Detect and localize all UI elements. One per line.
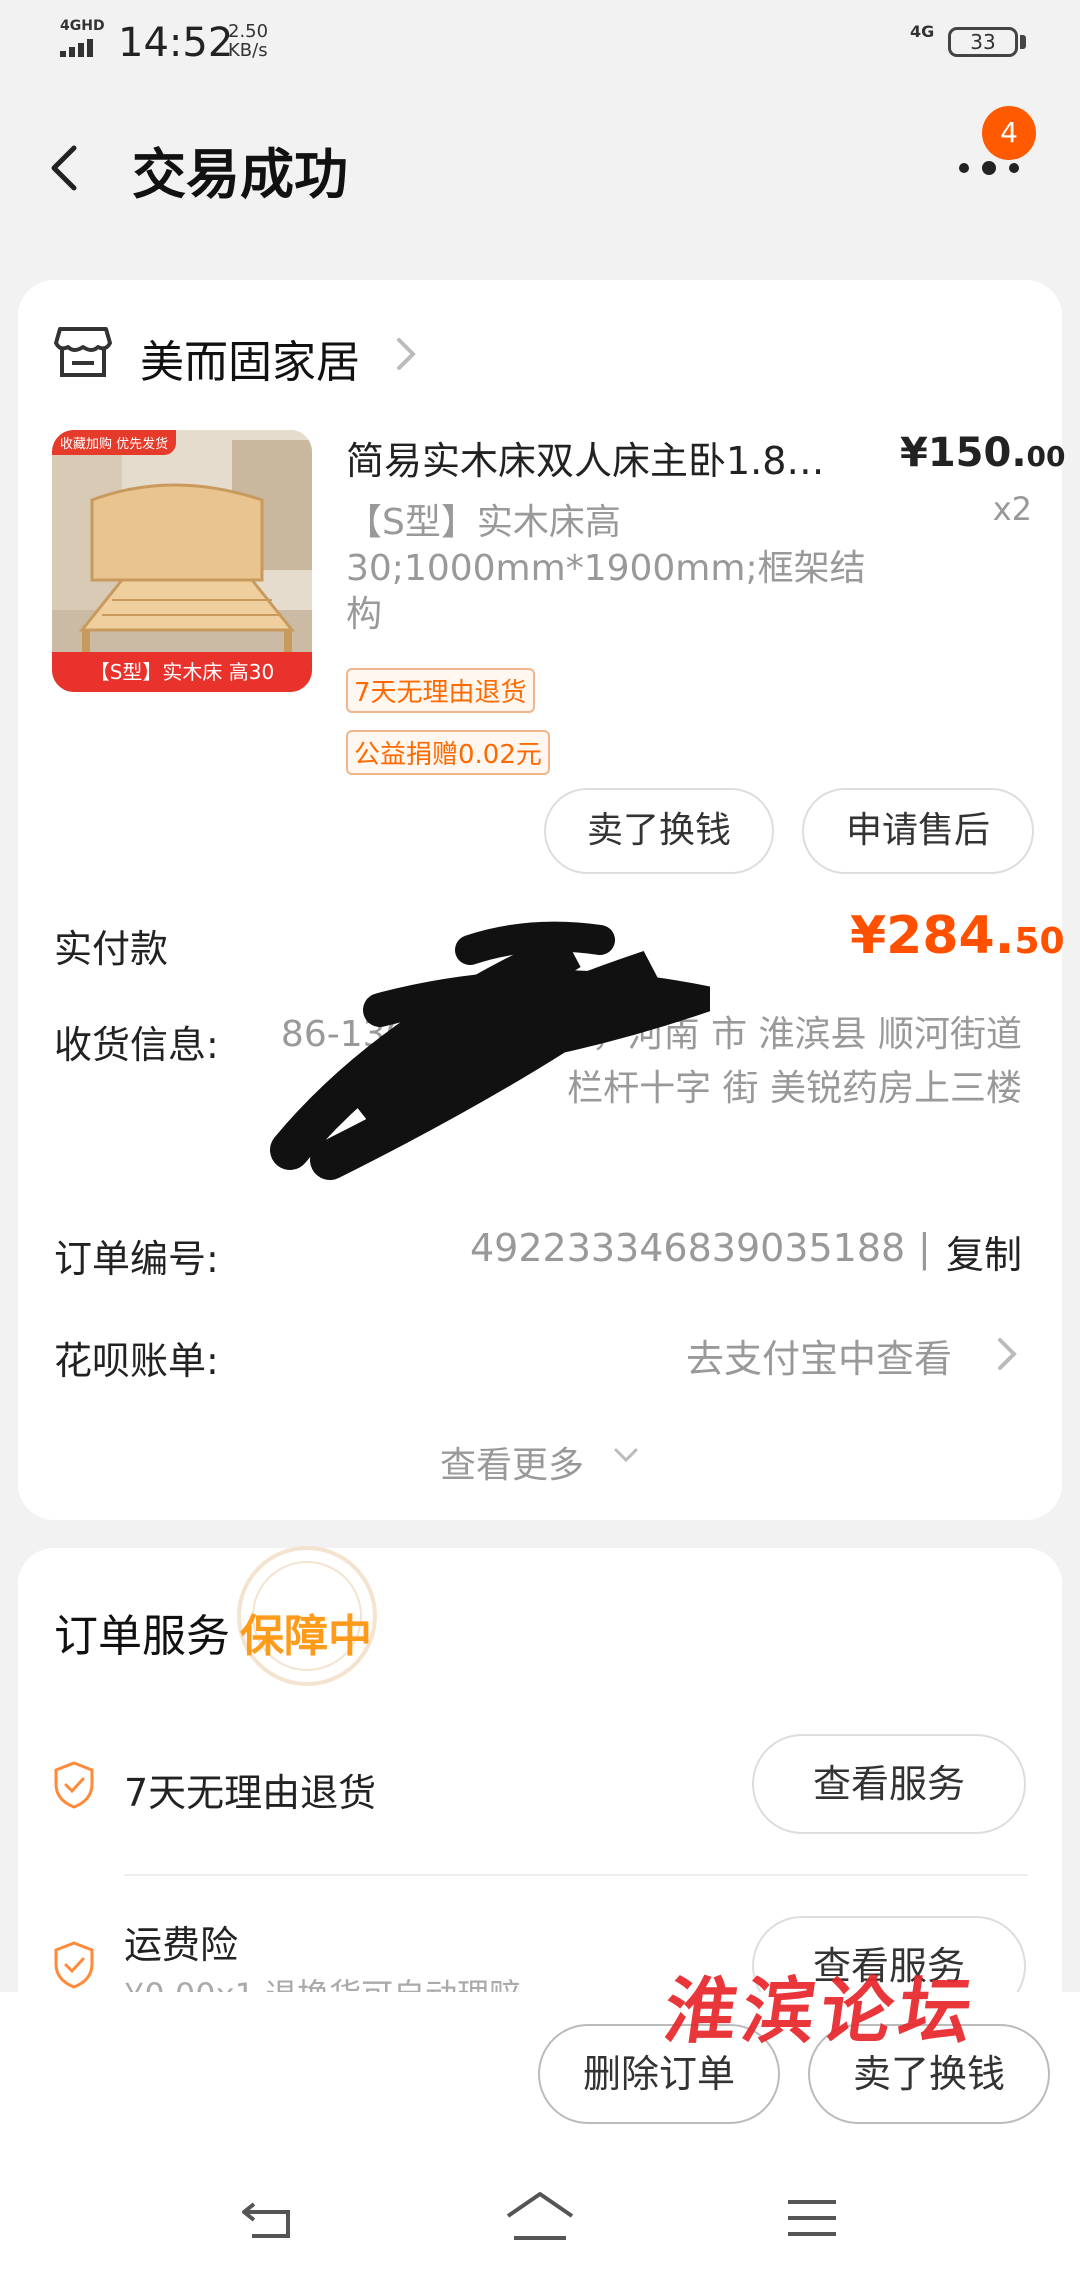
nav-home-icon[interactable] bbox=[504, 2190, 576, 2242]
network-4g-icon: 4G bbox=[910, 22, 935, 41]
order-number: 492233346839035188 bbox=[470, 1226, 906, 1270]
product-image-tag-top: 收藏加购 优先发货 bbox=[52, 430, 177, 455]
service-item-name: 运费险 bbox=[124, 1923, 239, 1967]
price-main: ¥150. bbox=[900, 430, 1027, 476]
return-policy-tag: 7天无理由退货 bbox=[346, 668, 535, 713]
divider bbox=[124, 1874, 1028, 1876]
speed-unit: KB/s bbox=[228, 40, 268, 61]
service-guard-status: 保障中 bbox=[240, 1611, 372, 1662]
sell-button[interactable]: 卖了换钱 bbox=[544, 788, 774, 874]
signal-icon bbox=[60, 38, 96, 57]
clock: 14:52 bbox=[118, 20, 234, 66]
battery-tip bbox=[1020, 35, 1026, 49]
service-title: 订单服务 bbox=[54, 1611, 230, 1662]
paid-amount: ¥284.50 bbox=[850, 906, 1065, 966]
paid-decimal: 50 bbox=[1014, 921, 1065, 962]
forum-watermark: 淮滨论坛 bbox=[659, 1968, 984, 2053]
price-decimal: 00 bbox=[1026, 440, 1066, 473]
huabei-link[interactable]: 去支付宝中查看 bbox=[686, 1328, 952, 1383]
huabei-label: 花呗账单: bbox=[54, 1339, 219, 1383]
after-sale-button[interactable]: 申请售后 bbox=[802, 788, 1034, 874]
speed-value: 2.50 bbox=[228, 21, 269, 42]
shipping-label: 收货信息: bbox=[54, 1023, 219, 1067]
order-number-label: 订单编号: bbox=[54, 1237, 219, 1281]
network-speed: 2.50 KB/s bbox=[228, 22, 268, 60]
separator: | bbox=[918, 1226, 931, 1270]
product-image-tag-bottom: 【S型】实木床 高30 bbox=[52, 652, 312, 692]
shield-check-icon bbox=[54, 1761, 94, 1809]
product-quantity: x2 bbox=[992, 490, 1032, 528]
shield-check-icon bbox=[54, 1941, 94, 1989]
service-item-name: 7天无理由退货 bbox=[124, 1771, 377, 1815]
network-type-label: 4GHD bbox=[60, 18, 105, 34]
product-sku: 【S型】实木床高30;1000mm*1900mm;框架结构 bbox=[346, 502, 866, 635]
back-arrow-icon[interactable] bbox=[44, 138, 84, 198]
paid-main: ¥284. bbox=[850, 906, 1015, 966]
chevron-right-icon[interactable] bbox=[393, 334, 419, 374]
copy-button[interactable]: 复制 bbox=[946, 1224, 1022, 1279]
redaction-scribble bbox=[270, 921, 710, 1180]
product-title[interactable]: 简易实木床双人床主卧1.8… bbox=[346, 430, 846, 485]
nav-back-icon[interactable] bbox=[240, 2196, 296, 2242]
store-name[interactable]: 美而固家居 bbox=[140, 326, 360, 390]
product-image[interactable]: 收藏加购 优先发货 【S型】实木床 高30 bbox=[52, 430, 312, 692]
paid-label: 实付款 bbox=[54, 927, 169, 971]
see-more-button[interactable]: 查看更多 bbox=[440, 1436, 584, 1488]
store-icon bbox=[54, 327, 112, 377]
nav-menu-icon[interactable] bbox=[786, 2196, 838, 2240]
chevron-right-icon[interactable] bbox=[996, 1334, 1018, 1374]
charity-tag: 公益捐赠0.02元 bbox=[346, 730, 550, 775]
chevron-down-icon[interactable] bbox=[612, 1446, 640, 1466]
product-price: ¥150.00 bbox=[900, 430, 1066, 476]
view-service-button[interactable]: 查看服务 bbox=[752, 1734, 1026, 1834]
notification-badge: 4 bbox=[982, 106, 1036, 160]
battery-icon: 33 bbox=[948, 27, 1018, 57]
page-title: 交易成功 bbox=[132, 143, 348, 206]
status-bar: 4GHD 14:52 2.50 KB/s 4G 33 bbox=[0, 0, 1080, 90]
